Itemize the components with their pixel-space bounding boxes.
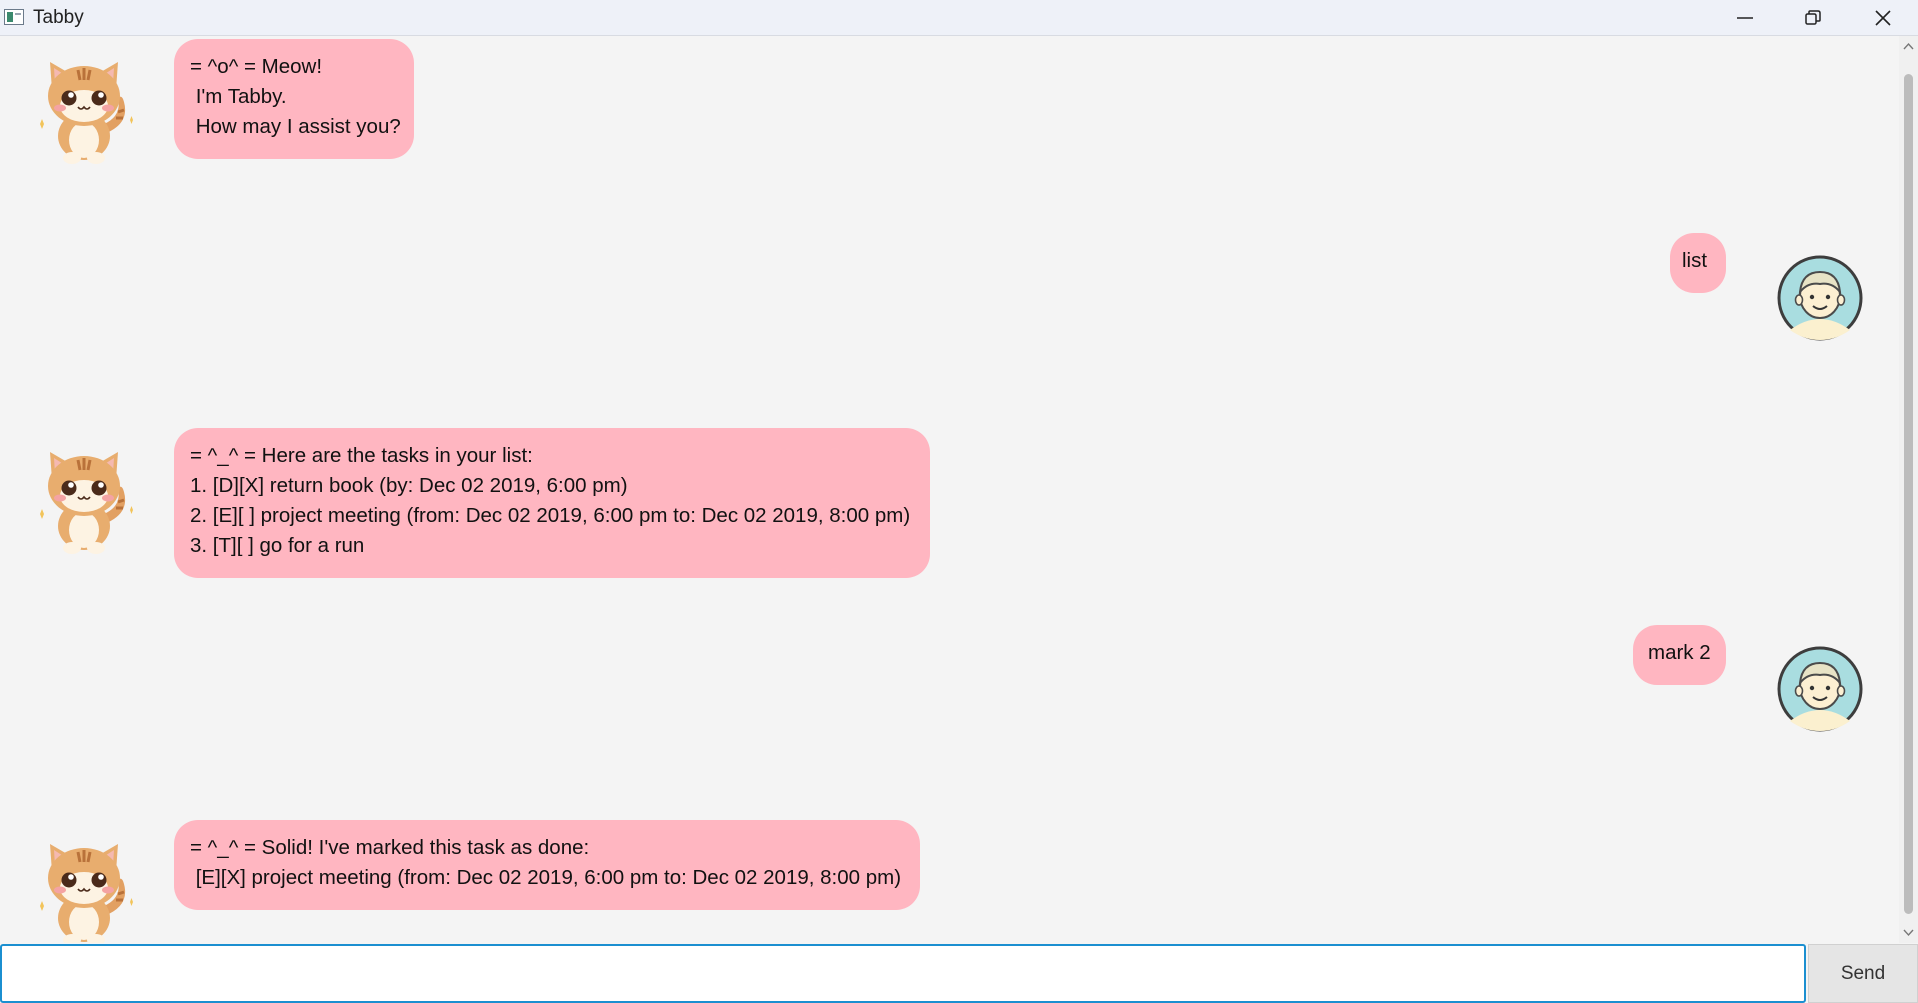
minimize-icon <box>1737 17 1753 19</box>
scroll-down-button[interactable] <box>1899 923 1918 943</box>
vertical-scrollbar[interactable] <box>1899 36 1918 943</box>
cat-avatar-icon <box>34 836 138 943</box>
cat-avatar-icon <box>34 54 138 164</box>
app-icon <box>4 9 24 25</box>
cat-avatar-icon <box>34 444 138 554</box>
message-bubble: = ^_^ = Here are the tasks in your list:… <box>174 428 930 578</box>
message-input[interactable] <box>0 944 1806 1003</box>
scroll-up-button[interactable] <box>1899 36 1918 56</box>
chevron-up-icon <box>1903 42 1914 50</box>
user-avatar-icon <box>1776 254 1864 342</box>
chevron-down-icon <box>1903 929 1914 937</box>
message-bubble: mark 2 <box>1633 625 1726 685</box>
scroll-thumb[interactable] <box>1904 74 1913 914</box>
window-title: Tabby <box>33 7 84 28</box>
close-icon <box>1875 10 1891 26</box>
send-button[interactable]: Send <box>1808 944 1918 1003</box>
message-bubble: = ^o^ = Meow! I'm Tabby. How may I assis… <box>174 39 414 159</box>
user-avatar-icon <box>1776 645 1864 733</box>
close-button[interactable] <box>1848 0 1918 35</box>
restore-button[interactable] <box>1778 0 1848 35</box>
message-bubble: list <box>1670 233 1726 293</box>
title-bar: Tabby <box>0 0 1918 36</box>
chat-scroll-pane[interactable]: = ^o^ = Meow! I'm Tabby. How may I assis… <box>0 36 1898 943</box>
message-bubble: = ^_^ = Solid! I've marked this task as … <box>174 820 920 910</box>
restore-icon <box>1805 10 1821 25</box>
minimize-button[interactable] <box>1710 0 1780 35</box>
